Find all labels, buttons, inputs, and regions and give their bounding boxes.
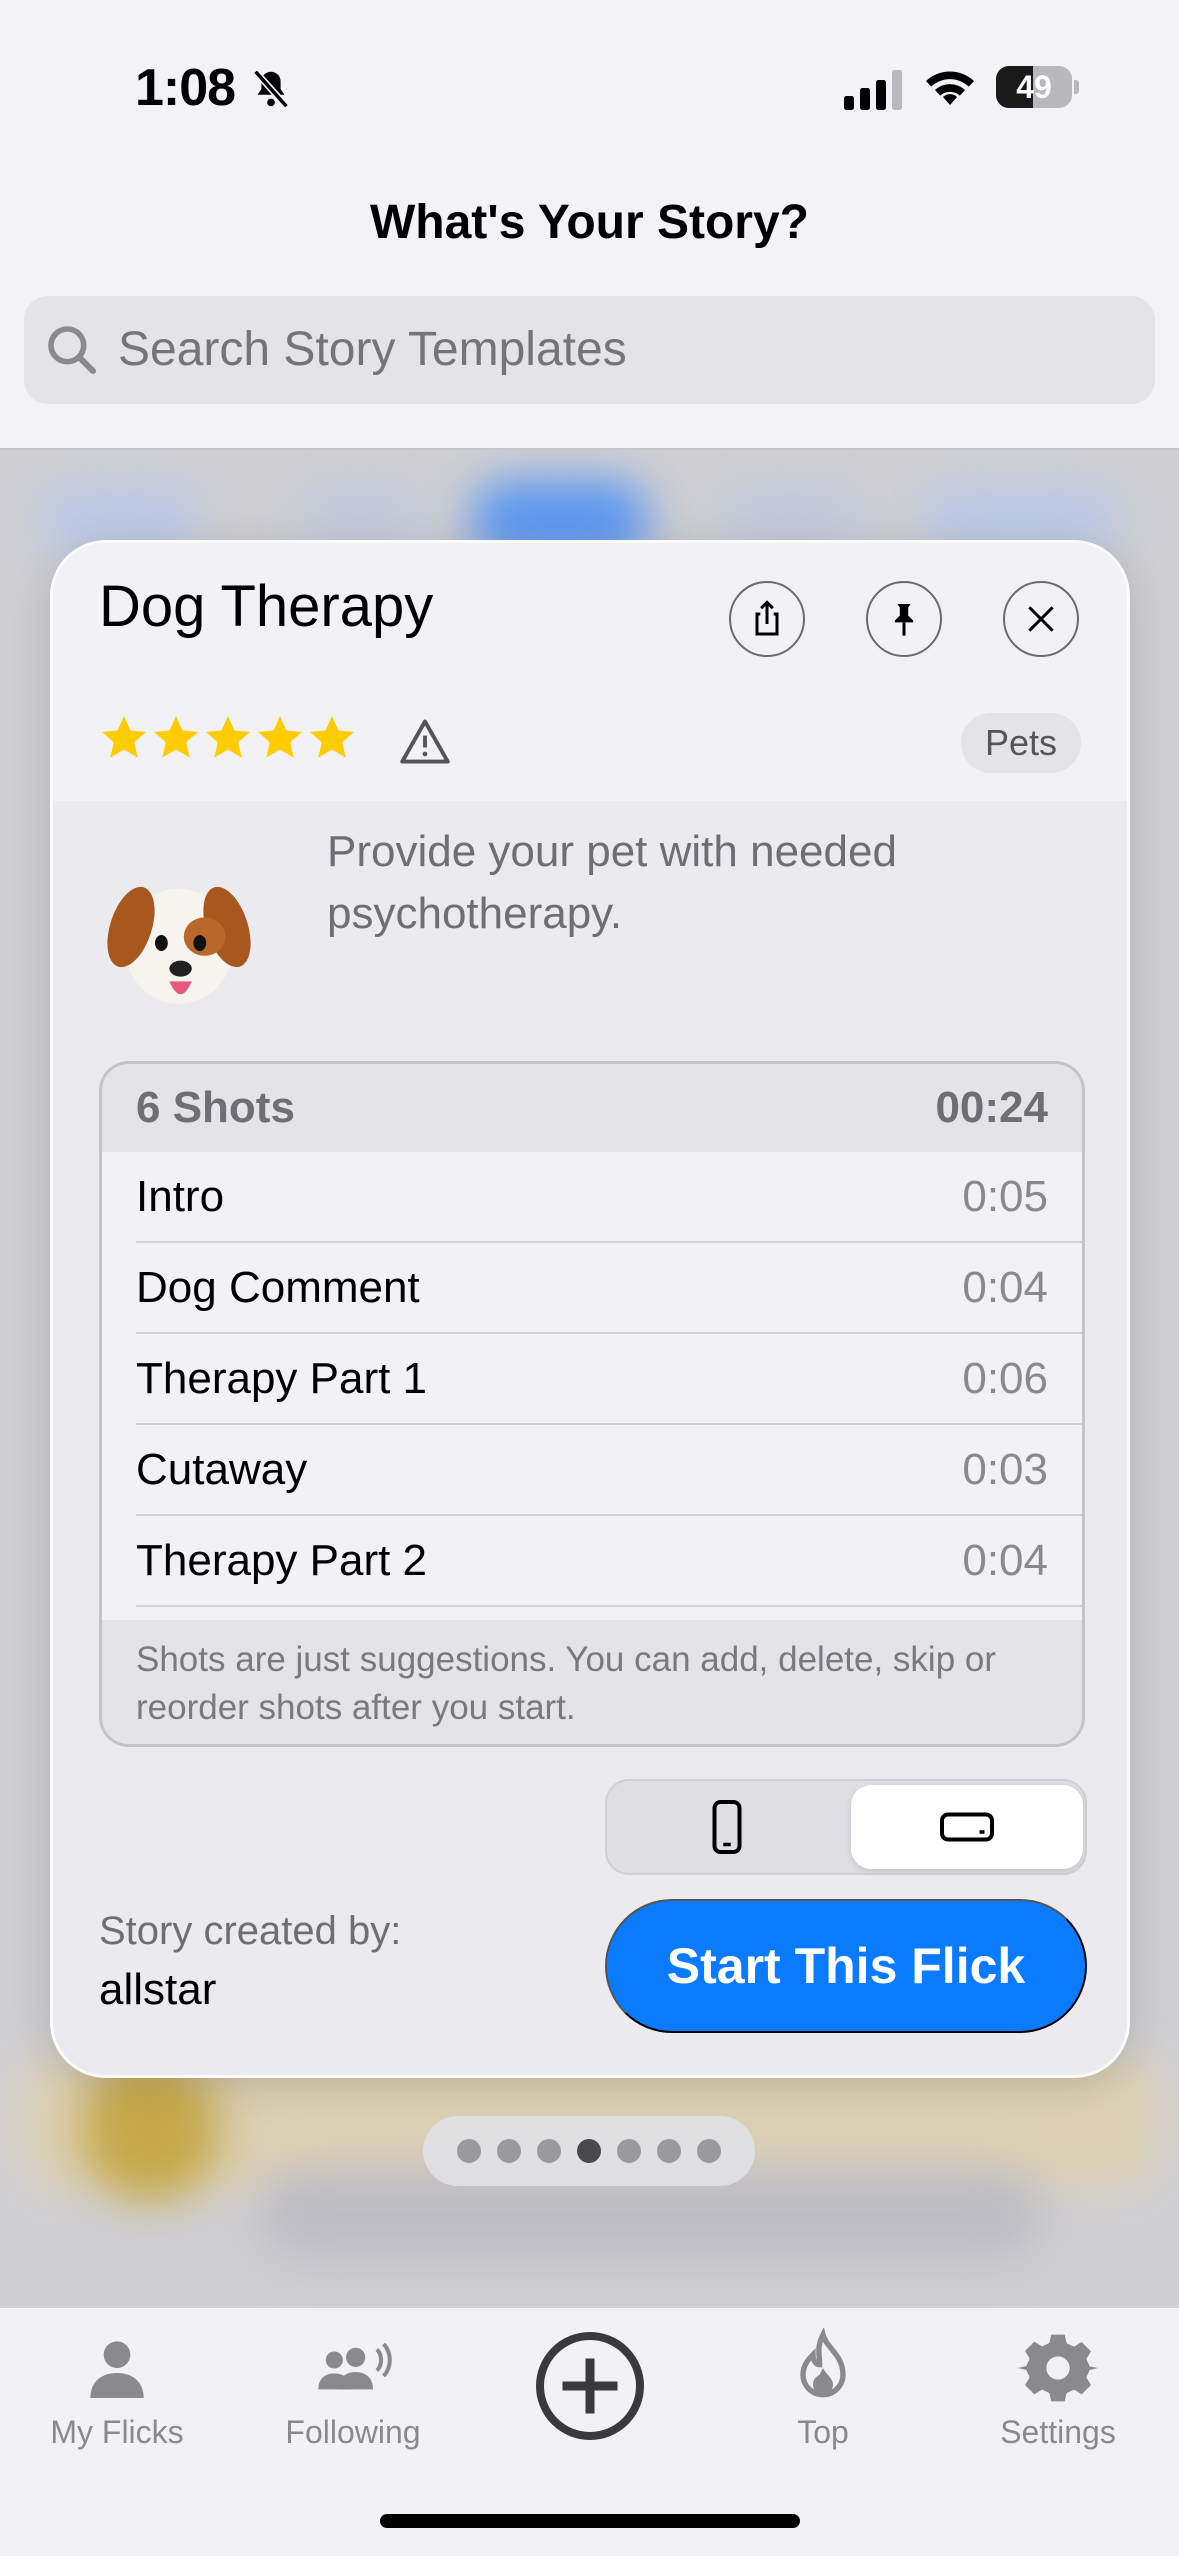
star-icon [102, 716, 146, 758]
shots-total-duration: 00:24 [935, 1083, 1048, 1132]
status-bar: 1:08 49 [0, 0, 1179, 175]
search-input[interactable] [118, 296, 1118, 404]
tab-my-flicks[interactable]: My Flicks [17, 2328, 217, 2451]
orientation-toggle[interactable] [605, 1779, 1087, 1875]
tab-label: Top [797, 2414, 849, 2450]
shots-count: 6 Shots [136, 1083, 295, 1132]
page-dot[interactable] [457, 2139, 481, 2163]
portrait-option[interactable] [611, 1785, 843, 1869]
shot-name: Dog Comment [136, 1262, 420, 1312]
tab-following[interactable]: Following [253, 2328, 453, 2451]
home-indicator[interactable] [380, 2514, 800, 2528]
tab-label: My Flicks [50, 2414, 184, 2450]
shot-duration: 0:05 [962, 1171, 1048, 1221]
search-icon [48, 326, 97, 375]
pin-button[interactable] [866, 581, 942, 657]
star-icon [258, 716, 302, 758]
shot-row: Intro 0:05 [136, 1152, 1082, 1243]
shot-name: Cutaway [136, 1444, 308, 1494]
landscape-phone-icon [940, 1812, 994, 1842]
close-button[interactable] [1003, 581, 1079, 657]
gear-icon [1018, 2334, 1098, 2402]
card-title: Dog Therapy [99, 574, 434, 639]
share-button[interactable] [729, 581, 805, 657]
category-badge: Pets [960, 713, 1081, 773]
shot-duration: 0:04 [962, 1262, 1048, 1312]
dog-face-emoji [107, 886, 251, 1004]
plus-circle-icon[interactable] [530, 2326, 650, 2446]
star-icon [206, 716, 250, 758]
shot-row: Cutaway 0:03 [136, 1425, 1082, 1516]
person-icon [90, 2341, 144, 2398]
portrait-phone-icon [712, 1800, 742, 1854]
share-icon [755, 600, 779, 636]
warning-icon[interactable] [399, 717, 451, 765]
shot-row: Therapy Part 1 0:06 [136, 1334, 1082, 1425]
flame-icon [800, 2328, 846, 2398]
search-bar[interactable] [24, 296, 1155, 404]
status-time: 1:08 [135, 59, 236, 117]
star-icon [154, 716, 198, 758]
shot-name: Intro [136, 1171, 225, 1221]
shot-row: Therapy Part 2 0:04 [136, 1516, 1082, 1607]
shots-note: Shots are just suggestions. You can add,… [102, 1620, 1082, 1744]
page-dot[interactable] [497, 2139, 521, 2163]
star-rating [99, 713, 357, 763]
page-title: What's Your Story? [369, 196, 809, 249]
shots-header: 6 Shots 00:24 [102, 1064, 1082, 1152]
shots-table: 6 Shots 00:24 Intro 0:05 Dog Comment 0:0… [99, 1061, 1085, 1747]
tab-settings[interactable]: Settings [958, 2328, 1158, 2451]
page-dot[interactable] [577, 2139, 601, 2163]
shot-duration: 0:04 [962, 1535, 1048, 1585]
people-icon [318, 2342, 392, 2390]
bell-slash-icon [253, 69, 289, 109]
landscape-option[interactable] [851, 1785, 1083, 1869]
creator-name[interactable]: allstar [99, 1965, 216, 2015]
shot-name: Therapy Part 2 [136, 1535, 428, 1585]
page-dot[interactable] [537, 2139, 561, 2163]
star-icon [310, 716, 354, 758]
pin-icon [894, 604, 914, 636]
battery-icon: 49 [996, 66, 1079, 108]
wifi-icon [926, 71, 974, 105]
page-indicator[interactable] [423, 2116, 755, 2186]
tab-label: Settings [1000, 2414, 1116, 2450]
shot-duration: 0:03 [962, 1444, 1048, 1494]
shot-name: Therapy Part 1 [136, 1353, 428, 1403]
page-dot[interactable] [617, 2139, 641, 2163]
page-dot[interactable] [657, 2139, 681, 2163]
close-icon [1028, 606, 1054, 632]
tab-label: Following [285, 2414, 421, 2450]
cellular-signal-icon [844, 70, 902, 110]
start-flick-button[interactable]: Start This Flick [605, 1899, 1087, 2033]
card-description: Provide your pet with needed psychothera… [327, 827, 897, 938]
template-card: Dog Therapy Pets Provide your pet with n… [50, 540, 1130, 2078]
battery-level: 49 [1016, 69, 1052, 105]
creator-label: Story created by: [99, 1909, 402, 1953]
shot-duration: 0:06 [962, 1353, 1048, 1403]
shot-row: Dog Comment 0:04 [136, 1243, 1082, 1334]
page-dot[interactable] [697, 2139, 721, 2163]
tab-top[interactable]: Top [723, 2328, 923, 2451]
